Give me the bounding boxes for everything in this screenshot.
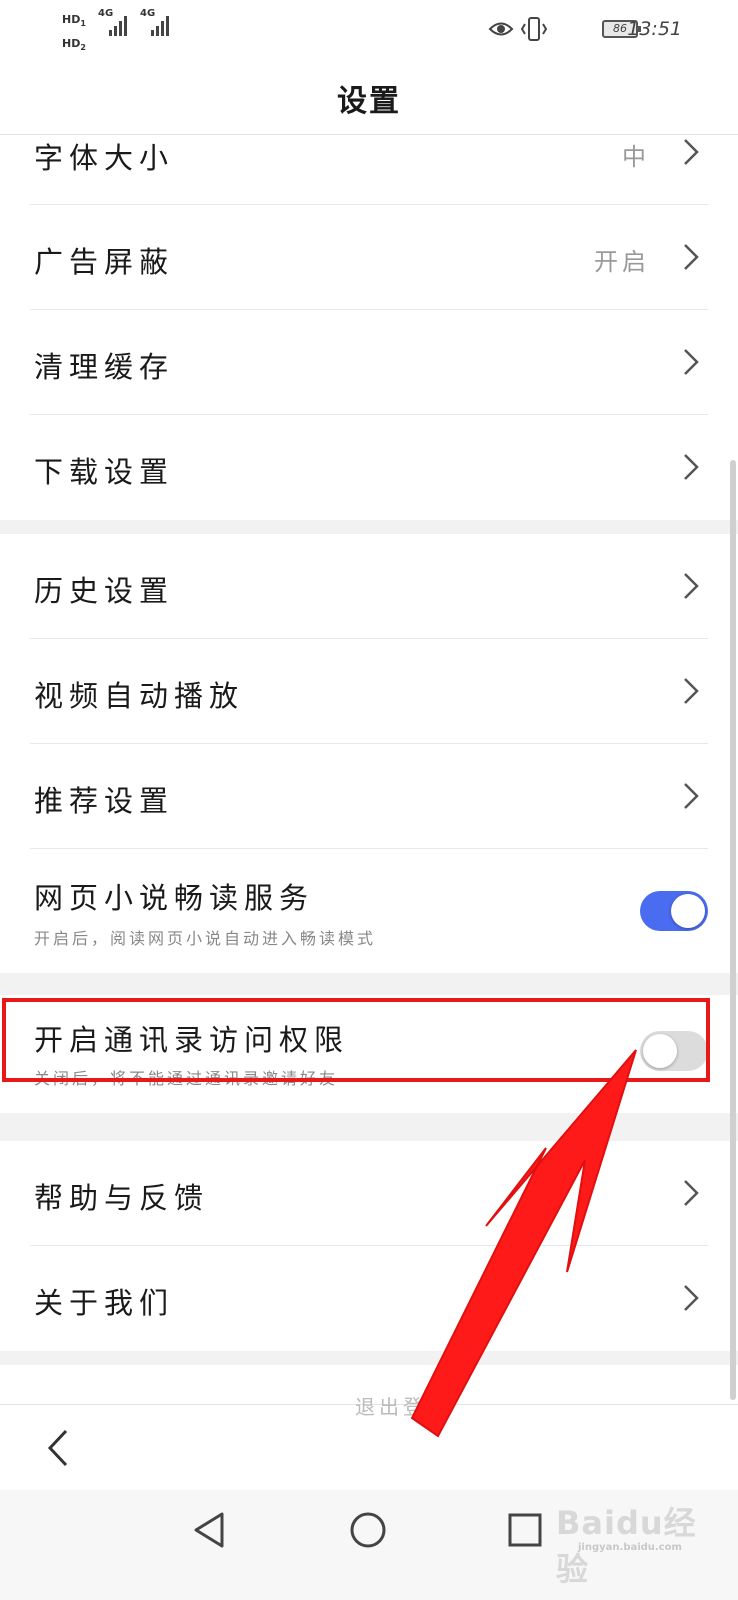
back-arrow-icon[interactable] xyxy=(40,1425,76,1471)
setting-history[interactable]: 历史设置 xyxy=(0,534,738,639)
eye-icon xyxy=(488,22,514,36)
setting-label: 清理缓存 xyxy=(34,350,175,384)
setting-clear-cache[interactable]: 清理缓存 xyxy=(0,310,738,415)
setting-novel-reader[interactable]: 网页小说畅读服务 开启后，阅读网页小说自动进入畅读模式 xyxy=(0,849,738,973)
chevron-right-icon xyxy=(684,454,699,480)
status-bar: HD1 HD2 4G 4G 86 13:51 xyxy=(0,0,738,58)
chevron-right-icon xyxy=(684,573,699,599)
nav-back-icon[interactable] xyxy=(188,1508,232,1552)
setting-video-autoplay[interactable]: 视频自动播放 xyxy=(0,639,738,744)
setting-about[interactable]: 关于我们 xyxy=(0,1246,738,1351)
scrollbar[interactable] xyxy=(730,460,736,1400)
setting-description: 开启后，阅读网页小说自动进入畅读模式 xyxy=(34,929,377,948)
chevron-right-icon xyxy=(684,1180,699,1206)
setting-value: 开启 xyxy=(594,248,650,276)
setting-ad-block[interactable]: 广告屏蔽 开启 xyxy=(0,205,738,310)
chevron-right-icon xyxy=(684,139,699,165)
setting-label: 关于我们 xyxy=(34,1286,175,1320)
signal-bars-icon xyxy=(151,16,169,36)
clock: 13:51 xyxy=(627,18,682,40)
chevron-right-icon xyxy=(684,678,699,704)
section-gap xyxy=(0,520,738,534)
chevron-right-icon xyxy=(684,1285,699,1311)
setting-label: 网页小说畅读服务 xyxy=(34,881,315,915)
section-gap xyxy=(0,973,738,995)
section-gap xyxy=(0,1351,738,1365)
setting-download[interactable]: 下载设置 xyxy=(0,415,738,520)
toggle-knob xyxy=(671,894,705,928)
header: 设置 xyxy=(0,58,738,135)
novel-reader-toggle[interactable] xyxy=(640,891,708,931)
setting-recommend[interactable]: 推荐设置 xyxy=(0,744,738,849)
sim2-hd-label: HD2 xyxy=(62,37,86,53)
highlight-box xyxy=(2,998,710,1082)
chevron-right-icon xyxy=(684,349,699,375)
setting-label: 字体大小 xyxy=(34,141,175,175)
setting-label: 推荐设置 xyxy=(34,784,175,818)
setting-label: 下载设置 xyxy=(34,455,175,489)
watermark-subtext: jingyan.baidu.com xyxy=(578,1542,682,1553)
signal-bars-icon xyxy=(109,16,127,36)
section-gap xyxy=(0,1113,738,1141)
setting-label: 帮助与反馈 xyxy=(34,1181,210,1215)
vibrate-icon xyxy=(520,17,548,41)
setting-label: 历史设置 xyxy=(34,574,175,608)
chevron-right-icon xyxy=(684,783,699,809)
bottom-toolbar: 退出登录 xyxy=(0,1395,738,1491)
setting-help-feedback[interactable]: 帮助与反馈 xyxy=(0,1141,738,1246)
logout-partial-text[interactable]: 退出登录 xyxy=(355,1391,451,1420)
setting-label: 视频自动播放 xyxy=(34,679,245,713)
setting-value: 中 xyxy=(622,143,650,171)
settings-list[interactable]: 字体大小 中 广告屏蔽 开启 清理缓存 下载设置 历史设置 视频自动播放 推荐设… xyxy=(0,135,738,1434)
setting-label: 广告屏蔽 xyxy=(34,245,175,279)
page-title: 设置 xyxy=(337,84,401,119)
nav-home-icon[interactable] xyxy=(346,1508,390,1552)
sim1-hd-label: HD1 xyxy=(62,13,86,29)
status-right: 86 13:51 xyxy=(442,16,682,42)
chevron-right-icon xyxy=(684,244,699,270)
nav-recents-icon[interactable] xyxy=(503,1508,547,1552)
signal-indicators: HD1 HD2 xyxy=(62,10,86,58)
baidu-watermark: Baidu经验 jingyan.baidu.com xyxy=(556,1496,706,1588)
setting-font-size[interactable]: 字体大小 中 xyxy=(0,135,738,205)
